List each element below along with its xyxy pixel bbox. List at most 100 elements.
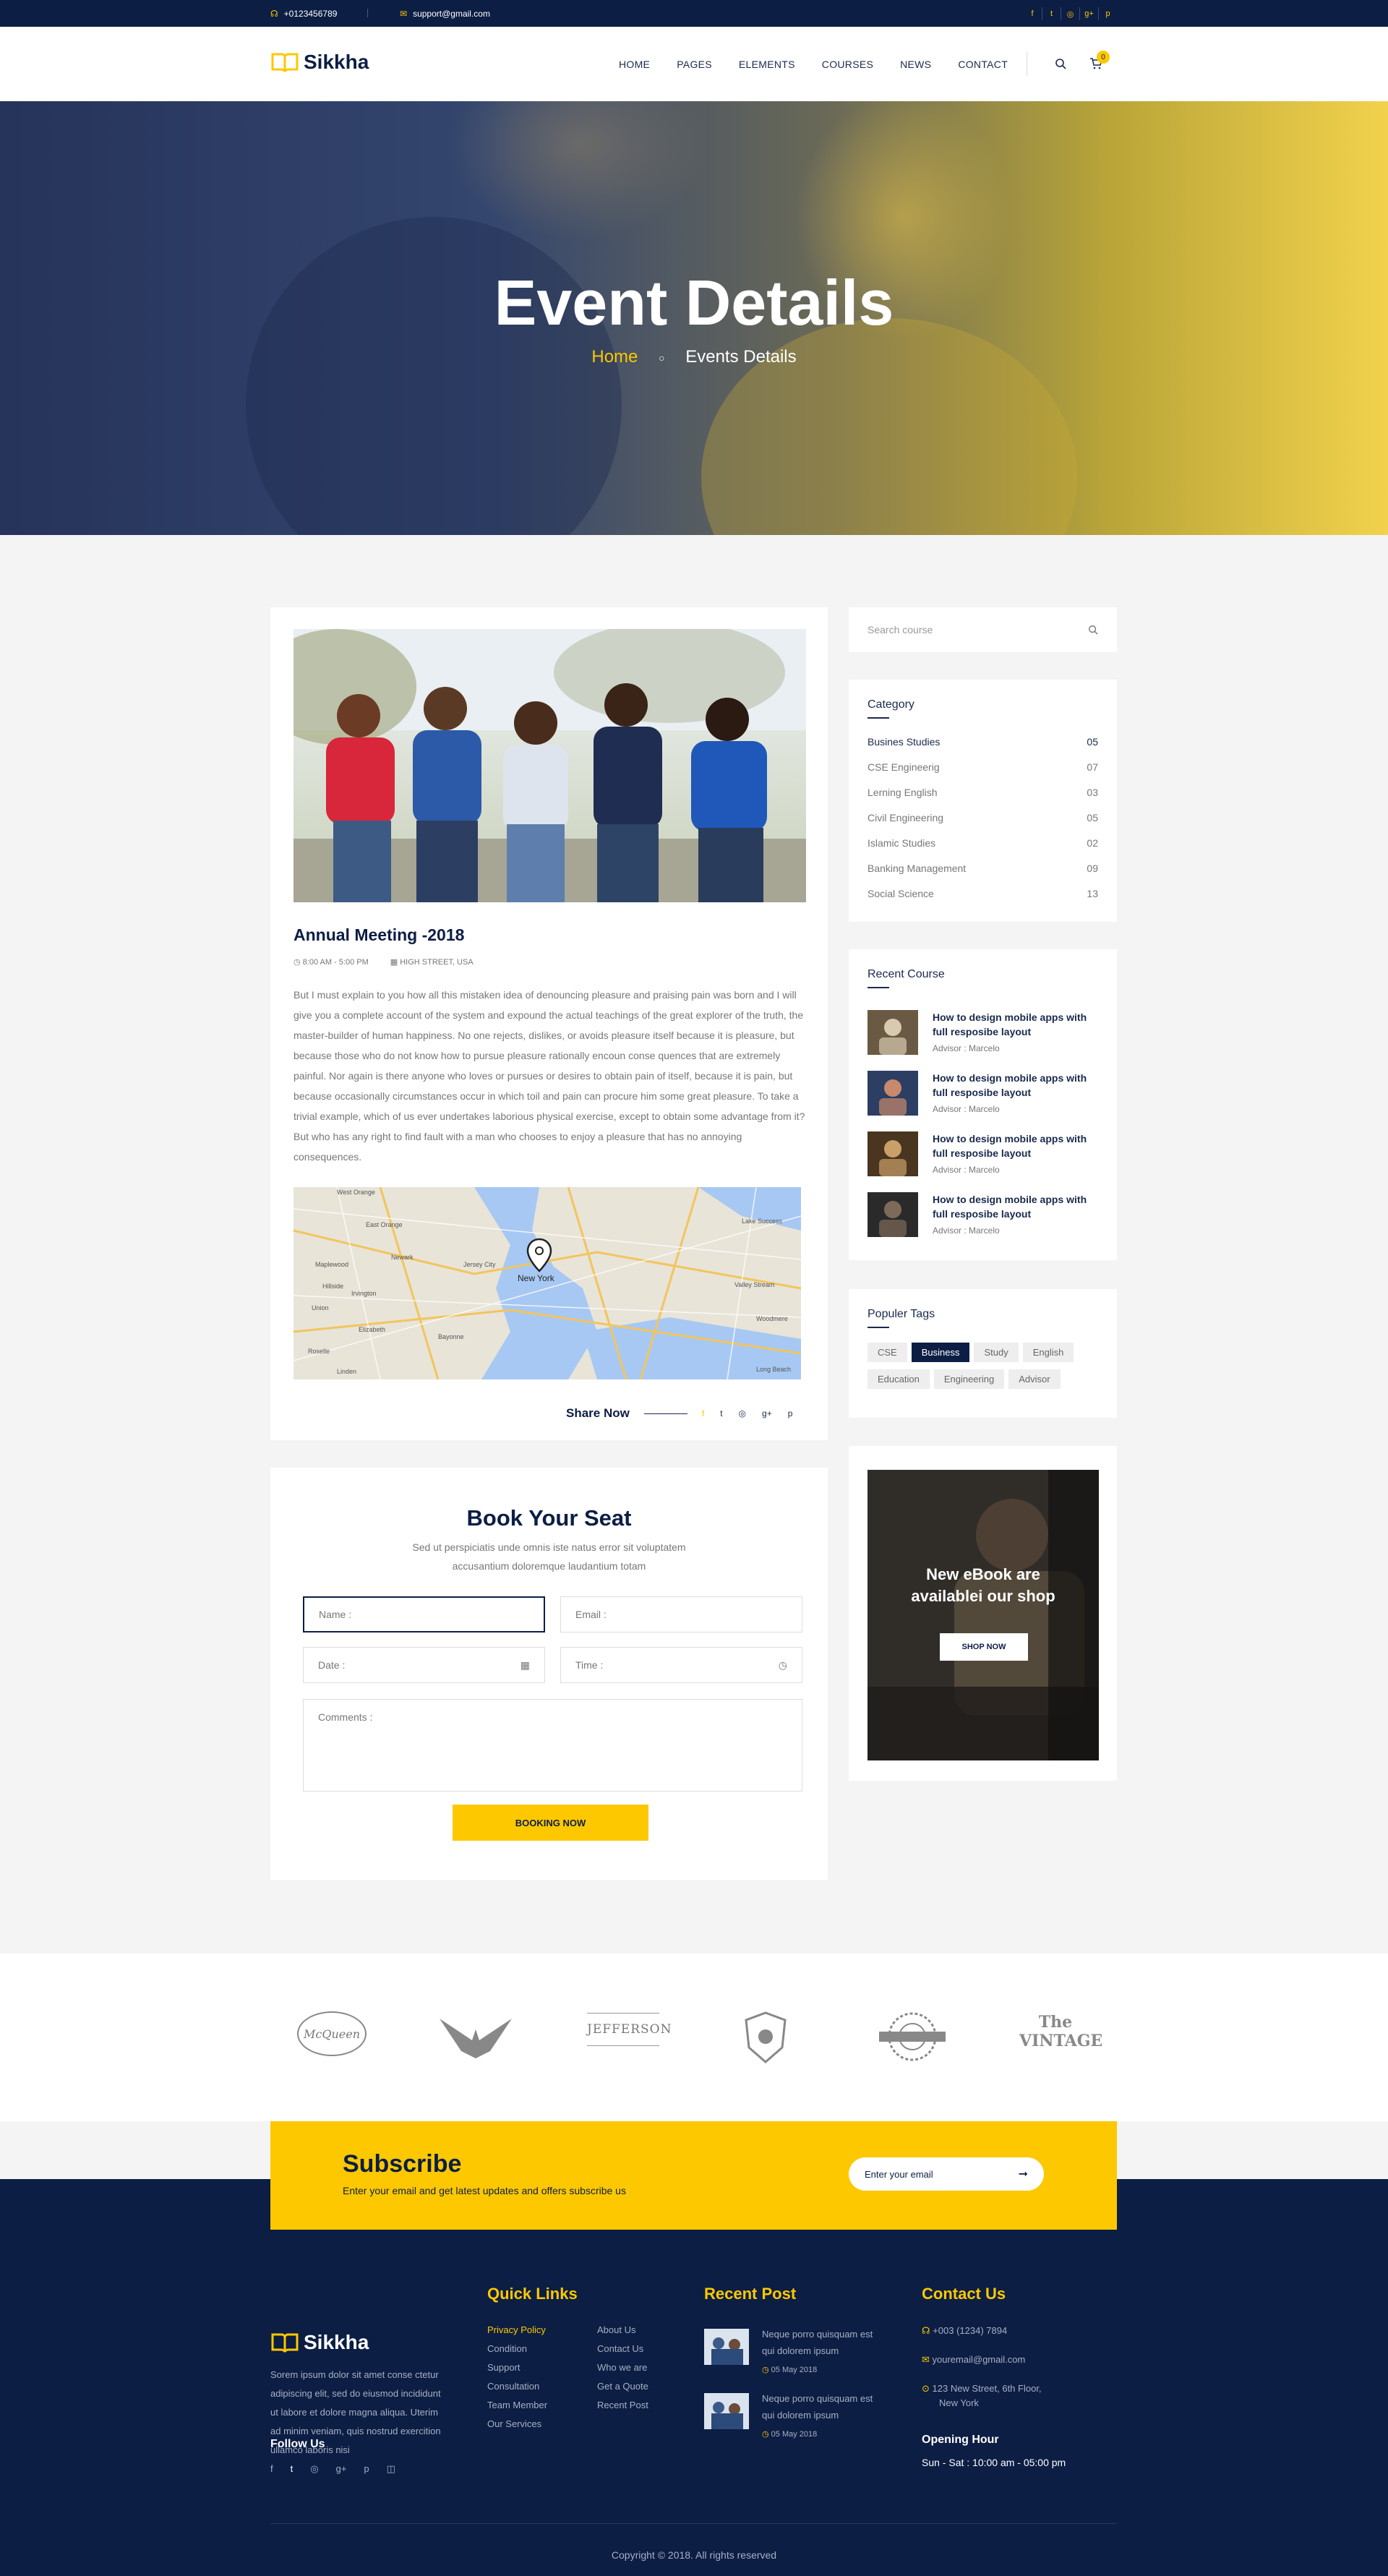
map-label: Roselle [308,1348,330,1355]
category-item[interactable]: CSE Engineerig 07 [868,754,1098,779]
twitter-icon[interactable]: t [291,2463,294,2475]
category-item[interactable]: Banking Management 09 [868,855,1098,881]
course-title: How to design mobile apps with full respo… [933,1072,1087,1098]
category-item[interactable]: Islamic Studies 02 [868,830,1098,855]
headphone-icon: ☊ [270,9,278,19]
shop-now-button[interactable]: SHOP NOW [940,1633,1028,1661]
nav-contact[interactable]: CONTACT [958,59,1008,70]
footer-link[interactable]: Who we are [597,2358,648,2377]
recent-course-item[interactable]: How to design mobile apps with full respo… [868,1192,1098,1237]
facebook-icon[interactable]: f [270,2463,273,2475]
topbar-phone[interactable]: ☊ +0123456789 [270,9,337,19]
breadcrumb-home[interactable]: Home [591,347,638,367]
footer-link[interactable]: Contact Us [597,2340,648,2358]
topbar-email[interactable]: ✉ support@gmail.com [400,9,490,19]
headphone-icon: ☊ [922,2325,933,2336]
subscribe-input[interactable]: Enter your email ➞ [849,2157,1044,2191]
tag-item[interactable]: Advisor [1008,1369,1061,1389]
footer-link[interactable]: Team Member [487,2396,547,2415]
map-label: Maplewood [315,1261,348,1268]
footer-link[interactable]: Condition [487,2340,547,2358]
site-logo[interactable]: Sikkha [270,51,369,74]
main-header: Sikkha HOME PAGES ELEMENTS COURSES NEWS … [0,27,1388,101]
booking-button[interactable]: BOOKING NOW [453,1805,648,1841]
footer-link[interactable]: Get a Quote [597,2377,648,2396]
category-item[interactable]: Busines Studies 05 [868,729,1098,754]
tag-item[interactable]: Study [974,1343,1019,1362]
comments-field[interactable]: Comments : [303,1699,802,1792]
tag-item[interactable]: CSE [868,1343,907,1362]
name-field[interactable]: Name : [303,1596,545,1633]
recent-post-item[interactable]: Neque porro quisquam est qui dolorem ipsu… [704,2393,892,2439]
follow-us-title: Follow Us [270,2438,325,2450]
nav-news[interactable]: NEWS [900,59,931,70]
category-count: 05 [1087,735,1098,748]
dribbble-icon[interactable]: ◎ [1061,7,1079,20]
footer-link[interactable]: Our Services [487,2415,547,2434]
contact-info: ☊ +003 (1234) 7894 ✉ youremail@gmail.com… [922,2325,1042,2408]
category-item[interactable]: Civil Engineering 05 [868,805,1098,830]
date-field[interactable]: Date : ▦ [303,1647,545,1683]
instagram-icon[interactable]: ◫ [387,2463,395,2475]
arrow-right-icon[interactable]: ➞ [1019,2167,1028,2181]
twitter-icon[interactable]: t [720,1408,722,1418]
tag-item[interactable]: Engineering [933,1369,1005,1389]
recent-course-item[interactable]: How to design mobile apps with full respo… [868,1010,1098,1055]
recent-course-item[interactable]: How to design mobile apps with full respo… [868,1071,1098,1116]
clock-icon: ◷ [762,2366,771,2374]
category-count: 13 [1087,887,1098,899]
event-map[interactable]: West Orange East Orange Newark Maplewood… [294,1187,801,1379]
map-label: Jersey City [463,1261,496,1268]
recent-post-title: Recent Post [704,2285,797,2303]
category-item[interactable]: Lerning English 03 [868,779,1098,805]
twitter-icon[interactable]: t [1042,7,1061,20]
category-item[interactable]: Social Science 13 [868,881,1098,906]
email-field[interactable]: Email : [560,1596,802,1633]
footer-link[interactable]: Consultation [487,2377,547,2396]
footer-link[interactable]: Support [487,2358,547,2377]
time-field[interactable]: Time : ◷ [560,1647,802,1683]
breadcrumb-current: Events Details [685,347,797,367]
pinterest-icon[interactable]: p [364,2463,369,2475]
tag-item[interactable]: English [1022,1343,1074,1362]
event-location: HIGH STREET, USA [400,958,474,967]
nav-elements[interactable]: ELEMENTS [739,59,795,70]
search-input[interactable]: Search course [868,624,933,636]
footer-divider [270,2523,1117,2524]
recent-course-item[interactable]: How to design mobile apps with full respo… [868,1131,1098,1176]
footer-link[interactable]: About Us [597,2321,648,2340]
pinterest-icon[interactable]: p [788,1408,793,1418]
map-label: New York [518,1273,555,1283]
search-icon[interactable] [1055,58,1066,69]
opening-hour-title: Opening Hour [922,2434,999,2446]
map-label: Hillside [322,1283,343,1290]
facebook-icon[interactable]: f [702,1408,704,1418]
cart-button[interactable]: 0 [1089,51,1110,69]
facebook-icon[interactable]: f [1023,7,1042,20]
footer: Sikkha Sorem ipsum dolor sit amet conse … [0,2179,1388,2576]
contact-title: Contact Us [922,2285,1006,2303]
dribbble-icon[interactable]: ◎ [739,1408,746,1418]
footer-link[interactable]: Recent Post [597,2396,648,2415]
dribbble-icon[interactable]: ◎ [310,2463,318,2475]
footer-social: f t ◎ g+ p ◫ [270,2463,395,2475]
search-icon[interactable] [1088,625,1098,635]
nav-pages[interactable]: PAGES [677,59,712,70]
tag-item[interactable]: Education [868,1369,930,1389]
map-label: Newark [391,1254,414,1261]
google-plus-icon[interactable]: g+ [336,2463,347,2475]
envelope-icon: ✉ [400,9,408,19]
recent-post-item[interactable]: Neque porro quisquam est qui dolorem ipsu… [704,2329,892,2374]
subscribe-title: Subscribe [343,2150,462,2178]
footer-link[interactable]: Privacy Policy [487,2321,547,2340]
google-plus-icon[interactable]: g+ [762,1408,772,1418]
nav-home[interactable]: HOME [619,59,650,70]
ebook-banner: New eBook are availablei our shop SHOP NO… [868,1470,1099,1760]
nav-courses[interactable]: COURSES [822,59,873,70]
google-plus-icon[interactable]: g+ [1079,7,1098,20]
footer-logo[interactable]: Sikkha [270,2331,369,2354]
pinterest-icon[interactable]: p [1098,7,1117,20]
sidebar-search[interactable]: Search course [849,607,1117,652]
cart-badge: 0 [1097,51,1110,64]
tag-item[interactable]: Business [911,1343,970,1362]
